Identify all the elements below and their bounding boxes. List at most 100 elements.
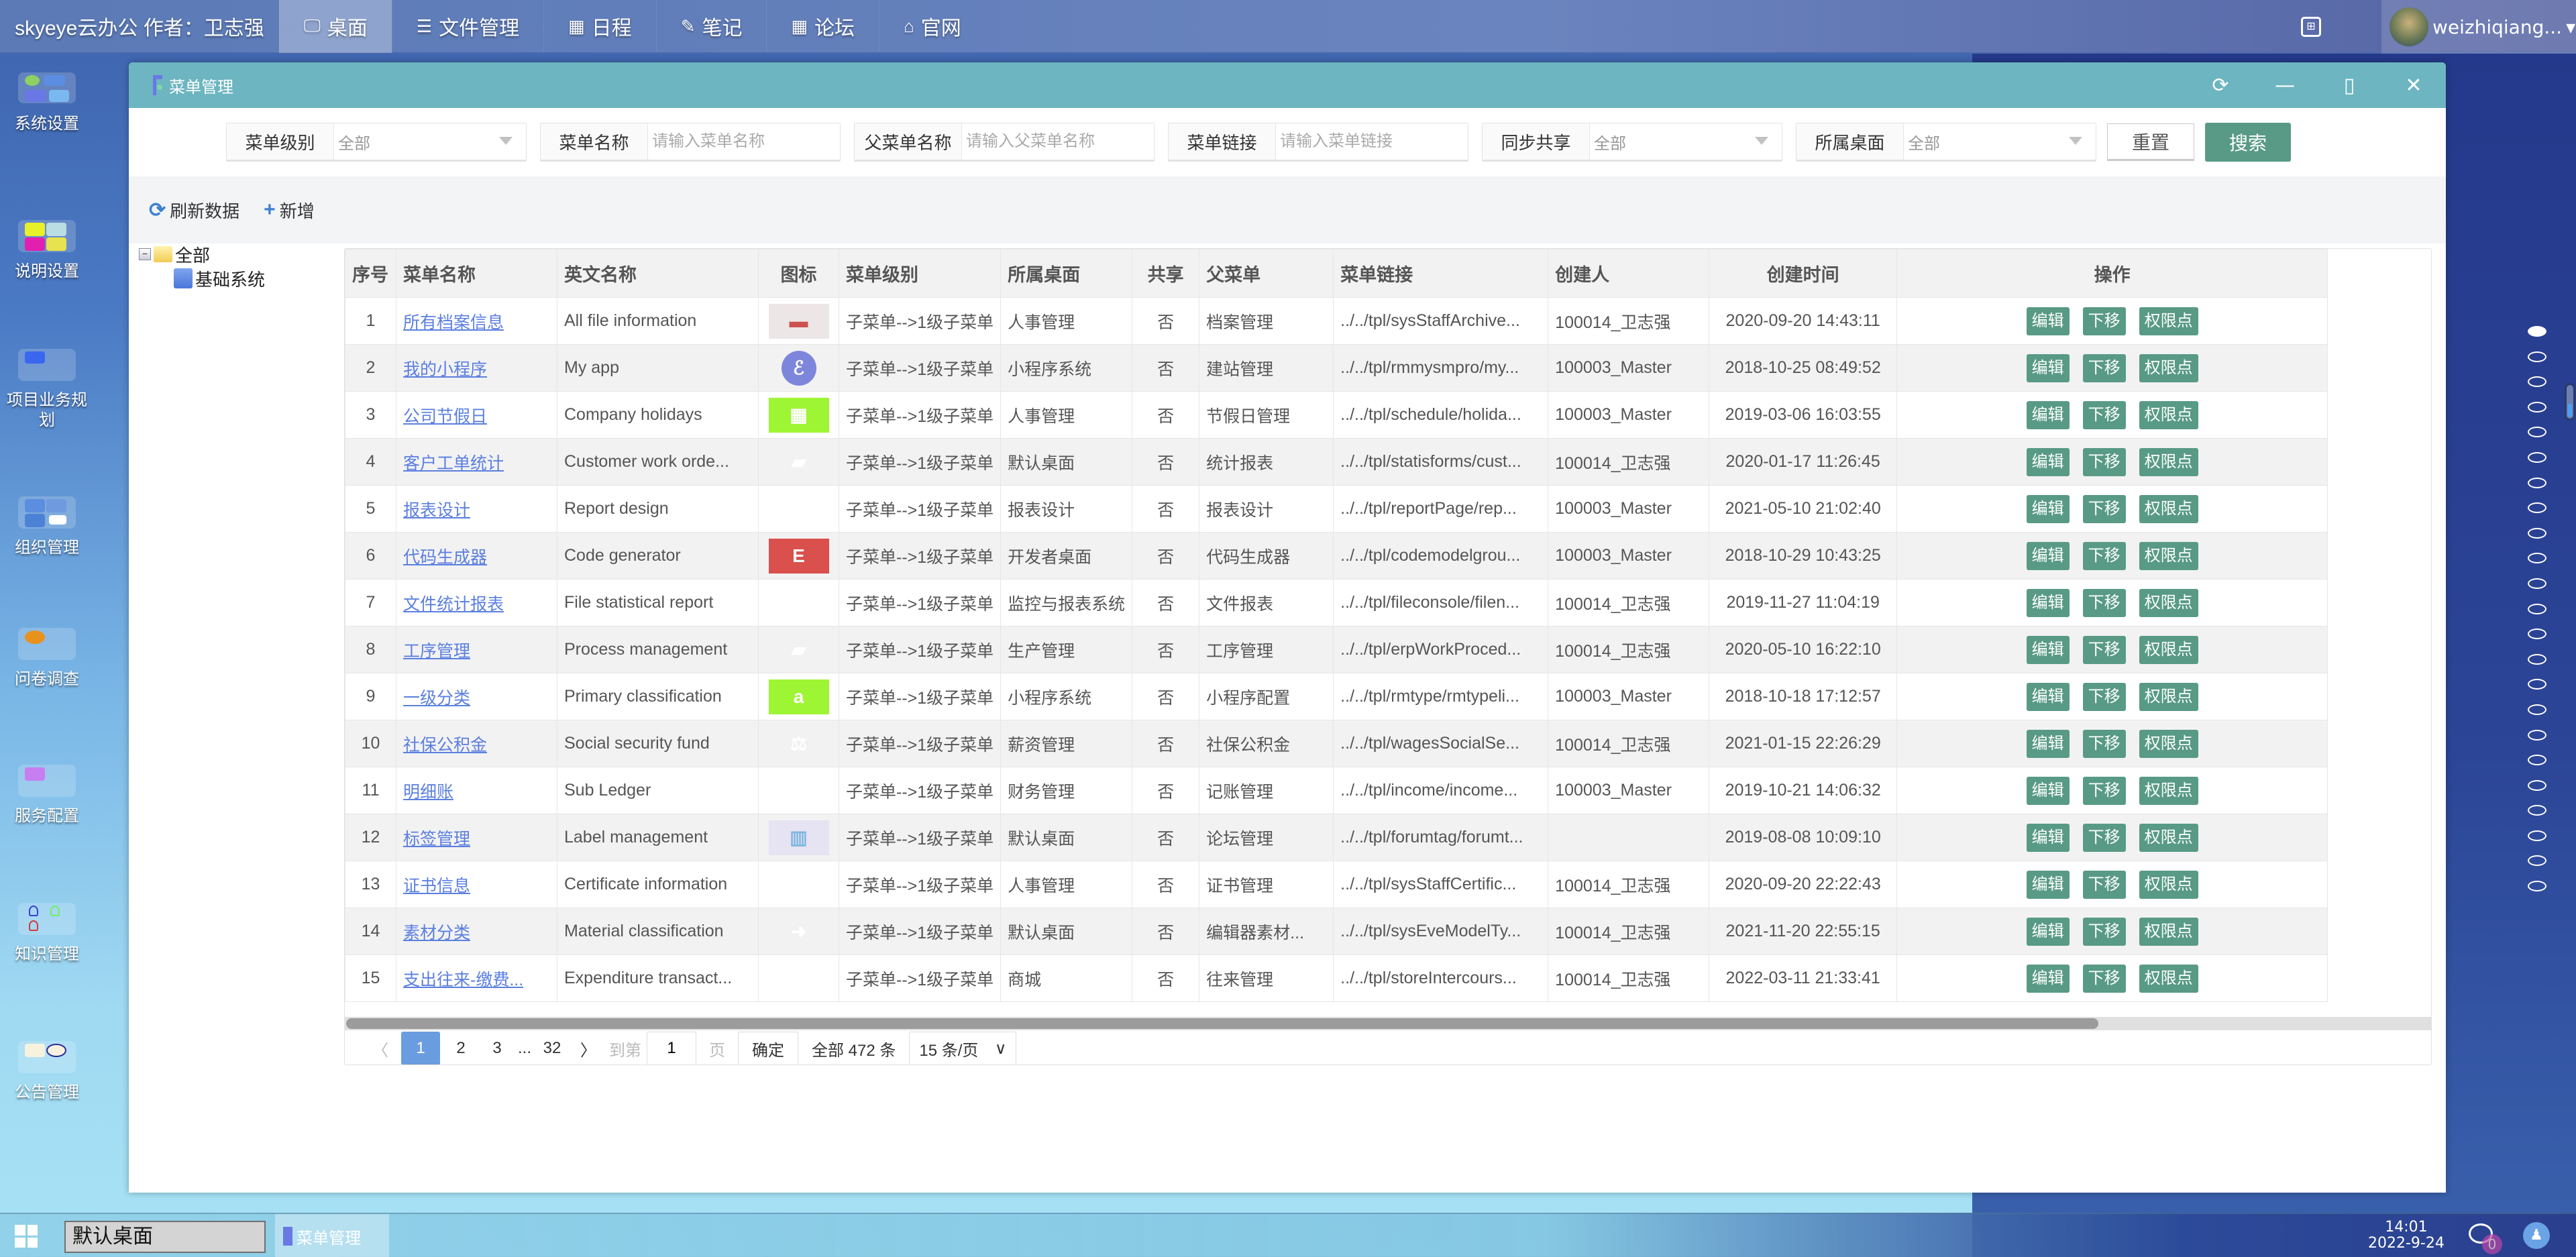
taskbar-item-menu-management[interactable]: 菜单管理 [275, 1214, 389, 1257]
edit-button[interactable]: 编辑 [2026, 588, 2070, 617]
column-header[interactable]: 图标 [758, 249, 839, 298]
table-row[interactable]: 14 素材分类 Material classification ➜ 子菜单-->1级子菜… [345, 908, 2328, 955]
edit-button[interactable]: 编辑 [2026, 541, 2070, 570]
window-title-bar[interactable]: 菜单管理 ⟳ — ▯ ✕ [129, 62, 2446, 108]
page-dot[interactable] [2528, 351, 2546, 362]
permission-button[interactable]: 权限点 [2139, 494, 2198, 523]
page-dot[interactable] [2528, 653, 2546, 665]
move-down-button[interactable]: 下移 [2082, 353, 2126, 382]
page-1[interactable]: 1 [401, 1032, 440, 1064]
table-row[interactable]: 8 工序管理 Process management ▰ 子菜单-->1级子菜单 生产管理否… [345, 626, 2328, 673]
edit-button[interactable]: 编辑 [2026, 776, 2070, 805]
nav-tab-3[interactable]: ✎ 笔记 [655, 0, 767, 53]
menu-name-link[interactable]: 公司节假日 [403, 407, 487, 426]
nav-tab-1[interactable]: ☰ 文件管理 [391, 0, 543, 53]
move-down-button[interactable]: 下移 [2082, 964, 2126, 993]
edit-button[interactable]: 编辑 [2026, 400, 2070, 429]
desktop-icon-project-planning[interactable]: 项目业务规划 [0, 349, 94, 431]
permission-button[interactable]: 权限点 [2139, 541, 2198, 570]
permission-button[interactable]: 权限点 [2139, 964, 2198, 993]
edit-button[interactable]: 编辑 [2026, 353, 2070, 382]
qq-icon[interactable]: ♟ [2523, 1222, 2550, 1249]
desktop-icon-service-config[interactable]: 服务配置 [0, 765, 94, 826]
permission-button[interactable]: 权限点 [2139, 307, 2198, 335]
parent-menu-name-input[interactable] [962, 123, 1154, 160]
search-button[interactable]: 搜索 [2205, 123, 2291, 162]
move-down-button[interactable]: 下移 [2082, 729, 2126, 758]
close-icon[interactable]: ✕ [2381, 74, 2446, 97]
desktop-icon-guide-settings[interactable]: 说明设置 [0, 220, 94, 282]
page-dot[interactable] [2528, 427, 2546, 438]
goto-page-input[interactable] [647, 1032, 697, 1064]
edit-button[interactable]: 编辑 [2026, 494, 2070, 523]
menu-name-link[interactable]: 证书信息 [403, 877, 470, 895]
edit-button[interactable]: 编辑 [2026, 823, 2070, 852]
menu-name-link[interactable]: 我的小程序 [403, 360, 487, 379]
nav-tab-5[interactable]: ⌂ 官网 [879, 0, 985, 53]
page-3[interactable]: 3 [482, 1032, 513, 1064]
permission-button[interactable]: 权限点 [2139, 447, 2198, 476]
page-2[interactable]: 2 [445, 1032, 476, 1064]
column-header[interactable]: 菜单级别 [838, 249, 1002, 298]
vertical-scrollbar[interactable] [2565, 383, 2575, 421]
edit-button[interactable]: 编辑 [2026, 964, 2070, 993]
page-dot[interactable] [2528, 401, 2546, 413]
table-row[interactable]: 10 社保公积金 Social security fund ⚖ 子菜单-->1级子菜单薪… [345, 720, 2328, 767]
column-header[interactable]: 英文名称 [557, 249, 759, 298]
windows-start-icon[interactable] [15, 1225, 38, 1248]
move-down-button[interactable]: 下移 [2082, 307, 2126, 335]
nav-tab-4[interactable]: ▦ 论坛 [766, 0, 879, 53]
table-row[interactable]: 2 我的小程序 My app ℰ 子菜单-->1级子菜单 小程序系统否建站管理 ../../… [345, 344, 2328, 392]
page-dot[interactable] [2528, 755, 2546, 766]
permission-button[interactable]: 权限点 [2139, 823, 2198, 852]
move-down-button[interactable]: 下移 [2082, 823, 2126, 852]
page-dot[interactable] [2528, 553, 2546, 564]
next-page-button[interactable]: 〉 [573, 1032, 604, 1064]
page-dot[interactable] [2528, 477, 2546, 488]
page-dot[interactable] [2528, 578, 2546, 589]
table-row[interactable]: 12 标签管理 Label management ▥ 子菜单-->1级子菜单 默认桌面否论… [345, 814, 2328, 861]
column-header[interactable]: 序号 [345, 249, 396, 298]
menu-name-link[interactable]: 报表设计 [403, 501, 470, 520]
column-header[interactable]: 共享 [1132, 249, 1200, 298]
move-down-button[interactable]: 下移 [2082, 635, 2126, 664]
collapse-icon[interactable]: − [139, 248, 151, 260]
refresh-icon[interactable]: ⟳ [2188, 74, 2253, 97]
edit-button[interactable]: 编辑 [2026, 870, 2070, 899]
move-down-button[interactable]: 下移 [2082, 682, 2126, 711]
page-dot[interactable] [2528, 527, 2546, 539]
table-row[interactable]: 3 公司节假日 Company holidays ▦ 子菜单-->1级子菜单 人事管理否节… [345, 391, 2328, 439]
edit-button[interactable]: 编辑 [2026, 917, 2070, 946]
menu-name-link[interactable]: 客户工单统计 [403, 454, 504, 473]
page-dot[interactable] [2528, 881, 2546, 892]
permission-button[interactable]: 权限点 [2139, 729, 2198, 758]
goto-confirm-button[interactable]: 确定 [738, 1032, 799, 1064]
menu-name-link[interactable]: 标签管理 [403, 830, 470, 849]
nav-tab-0[interactable]: 🖵 桌面 [278, 0, 392, 53]
edit-button[interactable]: 编辑 [2026, 447, 2070, 476]
desktop-switcher[interactable]: 默认桌面 [64, 1221, 266, 1253]
page-dot[interactable] [2528, 603, 2546, 614]
menu-name-link[interactable]: 工序管理 [403, 642, 470, 661]
table-row[interactable]: 11 明细账 Sub Ledger 子菜单-->1级子菜单 财务管理否记账管理 ../..… [345, 767, 2328, 814]
desktop-icon-announcement[interactable]: 公告管理 [0, 1041, 94, 1103]
reset-button[interactable]: 重置 [2107, 123, 2194, 161]
table-row[interactable]: 5 报表设计 Report design ▬ 子菜单-->1级子菜单 报表设计否报表设计.… [345, 485, 2328, 533]
permission-button[interactable]: 权限点 [2139, 776, 2198, 805]
column-header[interactable]: 菜单链接 [1333, 249, 1549, 298]
edit-button[interactable]: 编辑 [2026, 635, 2070, 664]
horizontal-scrollbar[interactable] [345, 1017, 2431, 1030]
table-row[interactable]: 15 支出往来-缴费... Expenditure transact... 子菜单--… [345, 954, 2328, 1002]
permission-button[interactable]: 权限点 [2139, 682, 2198, 711]
permission-button[interactable]: 权限点 [2139, 353, 2198, 382]
move-down-button[interactable]: 下移 [2082, 541, 2126, 570]
menu-level-select[interactable]: 全部 [334, 123, 526, 160]
page-32[interactable]: 32 [537, 1032, 568, 1064]
minimize-icon[interactable]: — [2253, 74, 2317, 97]
menu-name-link[interactable]: 文件统计报表 [403, 595, 504, 614]
move-down-button[interactable]: 下移 [2082, 588, 2126, 617]
menu-name-link[interactable]: 代码生成器 [403, 548, 487, 567]
user-menu[interactable]: weizhiqiang... ▾ [2381, 0, 2576, 54]
column-header[interactable]: 创建时间 [1709, 249, 1898, 298]
sync-share-select[interactable]: 全部 [1590, 123, 1782, 160]
